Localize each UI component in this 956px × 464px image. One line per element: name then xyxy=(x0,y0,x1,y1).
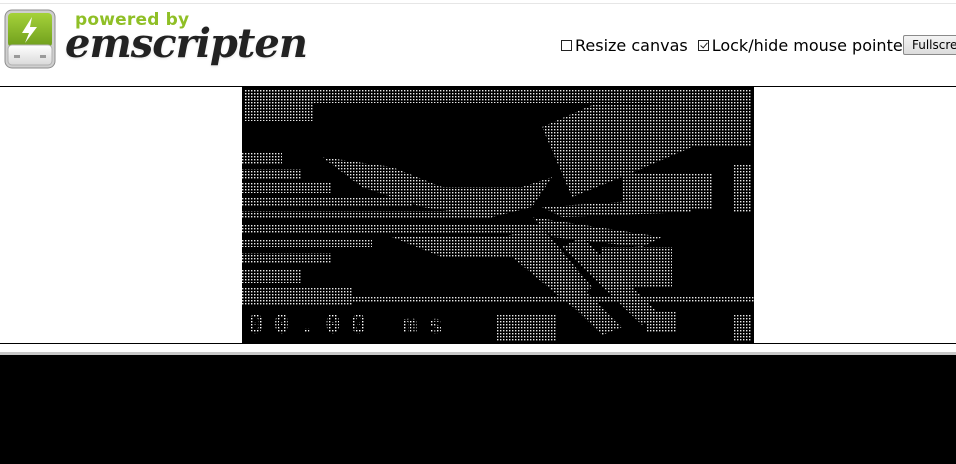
lock-pointer-control[interactable]: Lock/hide mouse pointer xyxy=(697,35,910,55)
canvas-controls: Resize canvas Lock/hide mouse pointer xyxy=(561,34,919,56)
fullscreen-button[interactable]: Fullscreen xyxy=(903,35,956,55)
output-console[interactable] xyxy=(0,355,956,464)
resize-canvas-label: Resize canvas xyxy=(575,35,688,55)
top-border xyxy=(0,3,956,4)
canvas-bottom-divider xyxy=(0,343,956,344)
lock-pointer-label: Lock/hide mouse pointer xyxy=(711,35,910,55)
canvas-render: 00.00 ms xyxy=(242,89,754,343)
lock-pointer-checkbox[interactable] xyxy=(697,39,709,51)
resize-canvas-control[interactable]: Resize canvas xyxy=(561,36,688,55)
lightning-battery-icon xyxy=(4,9,56,69)
emscripten-canvas[interactable]: 00.00 ms xyxy=(242,87,754,343)
resize-canvas-checkbox[interactable] xyxy=(561,39,572,51)
emscripten-wordmark: emscripten xyxy=(65,20,308,67)
frame-time-text: 00.00 ms xyxy=(248,310,453,340)
emscripten-logo: powered by emscripten xyxy=(4,9,308,75)
